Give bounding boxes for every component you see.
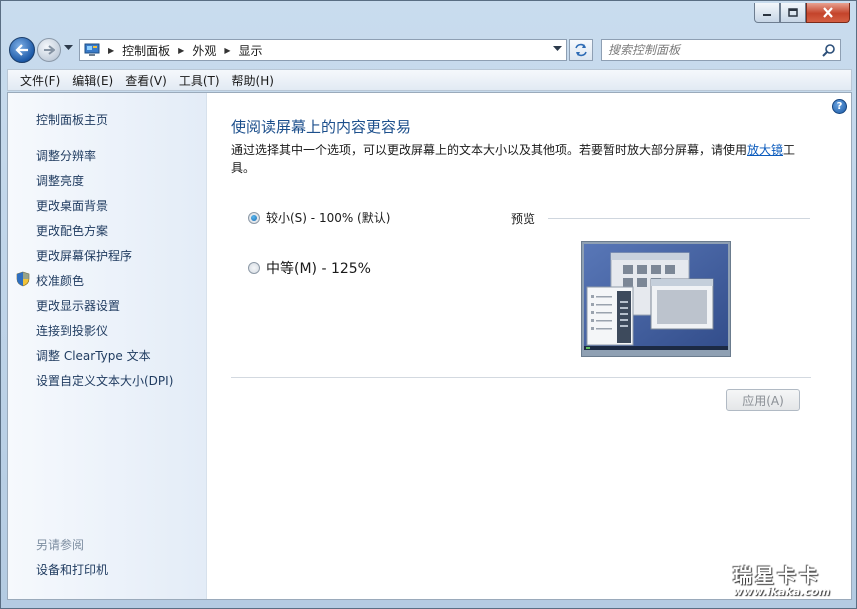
radio-smaller[interactable] [248, 211, 260, 224]
breadcrumb-appearance[interactable]: 外观 [192, 42, 216, 59]
breadcrumb-separator-icon[interactable]: ▶ [108, 46, 114, 55]
apply-button[interactable]: 应用(A) [726, 389, 800, 411]
minimize-button[interactable] [754, 3, 780, 23]
control-panel-icon [84, 43, 100, 56]
sidebar-item-connect-projector[interactable]: 连接到投影仪 [36, 322, 108, 339]
back-button[interactable] [9, 37, 35, 63]
section-divider [231, 377, 811, 378]
breadcrumb-separator-icon[interactable]: ▶ [178, 46, 184, 55]
forward-button[interactable] [37, 38, 61, 62]
recent-pages-chevron-icon[interactable] [64, 45, 73, 51]
menu-bar: 文件(F) 编辑(E) 查看(V) 工具(T) 帮助(H) [7, 69, 852, 91]
minimize-icon [763, 13, 771, 16]
close-button[interactable] [806, 3, 850, 23]
search-box [601, 39, 841, 61]
watermark-brand: 瑞星卡卡 [733, 565, 822, 587]
menu-edit[interactable]: 编辑(E) [66, 72, 119, 89]
sidebar-item-change-desktop-background[interactable]: 更改桌面背景 [36, 197, 108, 214]
breadcrumb-display[interactable]: 显示 [239, 42, 263, 59]
search-icon[interactable] [822, 43, 836, 57]
option-smaller-label[interactable]: 较小(S) - 100% (默认) [266, 209, 390, 226]
control-panel-window: ▶ 控制面板 ▶ 外观 ▶ 显示 搜索控制面板 文件(F) 编辑(E) 查看(V… [0, 0, 857, 609]
main-panel: ? 使阅读屏幕上的内容更容易 通过选择其中一个选项，可以更改屏幕上的文本大小以及… [208, 93, 851, 599]
watermark-url: www.ikaka.com [733, 585, 830, 598]
back-arrow-icon [15, 44, 28, 56]
see-also-heading: 另请参阅 [36, 538, 85, 552]
sidebar-item-custom-dpi[interactable]: 设置自定义文本大小(DPI) [36, 372, 173, 389]
help-icon: ? [836, 101, 843, 112]
forward-arrow-icon [44, 45, 55, 55]
refresh-button[interactable] [569, 39, 593, 61]
preview-divider [548, 218, 810, 219]
address-bar[interactable]: ▶ 控制面板 ▶ 外观 ▶ 显示 [79, 39, 567, 61]
sidebar-item-calibrate-color[interactable]: 校准颜色 [36, 272, 84, 289]
breadcrumb-control-panel[interactable]: 控制面板 [122, 42, 170, 59]
close-icon [823, 7, 833, 18]
radio-medium[interactable] [248, 262, 260, 274]
uac-shield-icon [16, 271, 30, 287]
task-sidebar: 控制面板主页 调整分辨率 调整亮度 更改桌面背景 更改配色方案 更改屏幕保护程序… [8, 93, 207, 599]
content-area: 控制面板主页 调整分辨率 调整亮度 更改桌面背景 更改配色方案 更改屏幕保护程序… [7, 92, 852, 600]
navigation-bar: ▶ 控制面板 ▶ 外观 ▶ 显示 [7, 35, 852, 65]
menu-view[interactable]: 查看(V) [119, 72, 173, 89]
menu-file[interactable]: 文件(F) [14, 72, 66, 89]
see-also-devices-printers[interactable]: 设备和打印机 [36, 561, 108, 578]
maximize-icon [788, 8, 798, 17]
option-smaller[interactable]: 较小(S) - 100% (默认) [248, 209, 390, 226]
description-text: 通过选择其中一个选项，可以更改屏幕上的文本大小以及其他项。若要暂时放大部分屏幕，… [231, 143, 748, 157]
refresh-icon [575, 43, 587, 57]
sidebar-item-adjust-cleartype[interactable]: 调整 ClearType 文本 [36, 347, 151, 364]
caption-buttons [754, 3, 850, 23]
sidebar-item-change-color-scheme[interactable]: 更改配色方案 [36, 222, 108, 239]
address-dropdown-icon[interactable] [553, 46, 562, 52]
sidebar-control-panel-home[interactable]: 控制面板主页 [36, 111, 108, 128]
page-description: 通过选择其中一个选项，可以更改屏幕上的文本大小以及其他项。若要暂时放大部分屏幕，… [231, 141, 806, 177]
sidebar-item-adjust-resolution[interactable]: 调整分辨率 [36, 147, 96, 164]
sidebar-item-change-display-settings[interactable]: 更改显示器设置 [36, 297, 120, 314]
preview-label: 预览 [511, 212, 536, 226]
maximize-button[interactable] [780, 3, 806, 23]
help-button[interactable]: ? [832, 99, 847, 114]
sidebar-item-change-screensaver[interactable]: 更改屏幕保护程序 [36, 247, 132, 264]
page-title: 使阅读屏幕上的内容更容易 [231, 118, 412, 136]
magnifier-link[interactable]: 放大镜 [747, 143, 783, 157]
watermark-logo: 瑞星卡卡 www.ikaka.com [723, 557, 854, 602]
breadcrumb-separator-icon[interactable]: ▶ [224, 46, 230, 55]
menu-tools[interactable]: 工具(T) [173, 72, 226, 89]
option-medium-label[interactable]: 中等(M) - 125% [266, 258, 371, 278]
preview-image [581, 241, 731, 357]
option-medium[interactable]: 中等(M) - 125% [248, 258, 371, 278]
sidebar-item-adjust-brightness[interactable]: 调整亮度 [36, 172, 84, 189]
menu-help[interactable]: 帮助(H) [226, 72, 280, 89]
search-input[interactable] [602, 40, 812, 60]
breadcrumb: ▶ 控制面板 ▶ 外观 ▶ 显示 [100, 42, 263, 59]
